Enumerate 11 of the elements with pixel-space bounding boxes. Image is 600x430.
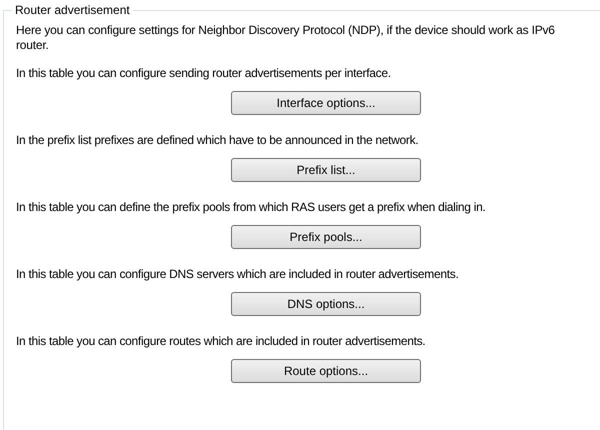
intro-text: Here you can configure settings for Neighbor Discovery Protocol (NDP), if the device should work as IPv6 router. [16, 23, 556, 53]
options-button[interactable]: Prefix pools... [231, 225, 421, 249]
description-text: In this table you can configure DNS servers which are included in router advertisements. [16, 267, 460, 282]
description-text: In this table you can define the prefix pools from which RAS users get a prefix when dialing in. [16, 200, 486, 215]
options-button[interactable]: Prefix list... [231, 158, 421, 182]
options-button[interactable]: Route options... [231, 359, 421, 383]
description-text: In this table you can configure sending router advertisements per interface. [16, 66, 392, 81]
options-button[interactable]: DNS options... [231, 292, 421, 316]
options-button[interactable]: Interface options... [231, 91, 421, 115]
description-text: In the prefix list prefixes are defined which have to be announced in the network. [16, 133, 420, 148]
description-text: In this table you can configure routes which are included in router advertisements. [16, 334, 426, 349]
